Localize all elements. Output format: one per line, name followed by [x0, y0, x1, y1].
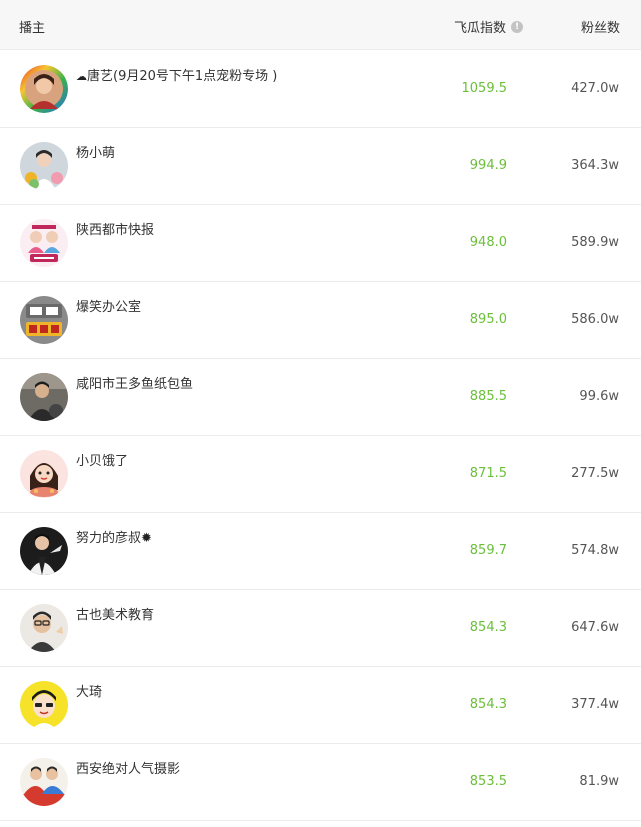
fans-value: 647.6w	[571, 620, 619, 635]
avatar[interactable]	[20, 296, 68, 344]
index-value: 854.3	[469, 620, 507, 635]
index-value: 854.3	[469, 697, 507, 712]
index-value: 885.5	[469, 389, 507, 404]
streamer-name[interactable]: 大琦	[76, 681, 102, 700]
streamer-name[interactable]: 爆笑办公室	[76, 296, 141, 315]
header-streamer[interactable]: 播主	[19, 17, 45, 36]
table-row[interactable]: ☁唐艺(9月20号下午1点宠粉专场 ) 1059.5 427.0w	[0, 51, 641, 128]
streamer-name[interactable]: 陕西都市快报	[76, 219, 154, 238]
table-row[interactable]: 陕西都市快报 948.0 589.9w	[0, 205, 641, 282]
avatar[interactable]	[20, 142, 68, 190]
avatar[interactable]	[20, 219, 68, 267]
fans-value: 574.8w	[571, 543, 619, 558]
index-value: 994.9	[469, 158, 507, 173]
table-row[interactable]: 咸阳市王多鱼纸包鱼 885.5 99.6w	[0, 359, 641, 436]
index-value: 895.0	[469, 312, 507, 327]
fans-value: 277.5w	[571, 466, 619, 481]
index-value: 859.7	[469, 543, 507, 558]
streamer-name[interactable]: 小贝饿了	[76, 450, 128, 469]
info-icon[interactable]: !	[511, 20, 523, 33]
streamer-name[interactable]: 古也美术教育	[76, 604, 154, 623]
streamer-name[interactable]: ☁唐艺(9月20号下午1点宠粉专场 )	[76, 65, 277, 84]
header-index-label[interactable]: 飞瓜指数	[454, 17, 506, 36]
fans-value: 99.6w	[579, 389, 619, 404]
table-row[interactable]: 西安绝对人气摄影 853.5 81.9w	[0, 744, 641, 821]
table-row[interactable]: 小贝饿了 871.5 277.5w	[0, 436, 641, 513]
avatar[interactable]	[20, 604, 68, 652]
wing-icon: ☁	[76, 70, 87, 83]
avatar[interactable]	[20, 65, 68, 113]
avatar[interactable]	[20, 758, 68, 806]
fans-value: 589.9w	[571, 235, 619, 250]
avatar[interactable]	[20, 527, 68, 575]
streamer-ranking-table: 播主 飞瓜指数 ! 粉丝数 ☁唐艺(9月20号下午1点宠粉专场) 1059.5…	[0, 0, 641, 827]
table-row[interactable]: 爆笑办公室 895.0 586.0w	[0, 282, 641, 359]
header-index[interactable]: 飞瓜指数 !	[454, 17, 523, 36]
avatar[interactable]	[20, 373, 68, 421]
index-value: 871.5	[469, 466, 507, 481]
table-row[interactable]: 古也美术教育 854.3 647.6w	[0, 590, 641, 667]
index-value: 853.5	[469, 774, 507, 789]
table-row[interactable]: 大琦 854.3 377.4w	[0, 667, 641, 744]
streamer-name[interactable]: 西安绝对人气摄影	[76, 758, 180, 777]
fans-value: 427.0w	[571, 81, 619, 96]
table-row[interactable]: 杨小萌 994.9 364.3w	[0, 128, 641, 205]
table-row[interactable]: 努力的彦叔✹ 859.7 574.8w	[0, 513, 641, 590]
fans-value: 586.0w	[571, 312, 619, 327]
table-header: 播主 飞瓜指数 ! 粉丝数	[0, 0, 641, 50]
streamer-name[interactable]: 杨小萌	[76, 142, 115, 161]
burst-icon: ✹	[141, 531, 152, 546]
streamer-name[interactable]: 咸阳市王多鱼纸包鱼	[76, 373, 193, 392]
fans-value: 377.4w	[571, 697, 619, 712]
streamer-name[interactable]: 努力的彦叔✹	[76, 527, 152, 546]
index-value: 1059.5	[461, 81, 508, 96]
fans-value: 81.9w	[579, 774, 619, 789]
index-value: 948.0	[469, 235, 507, 250]
avatar[interactable]	[20, 450, 68, 498]
avatar[interactable]	[20, 681, 68, 729]
header-fans[interactable]: 粉丝数	[581, 17, 620, 36]
fans-value: 364.3w	[571, 158, 619, 173]
